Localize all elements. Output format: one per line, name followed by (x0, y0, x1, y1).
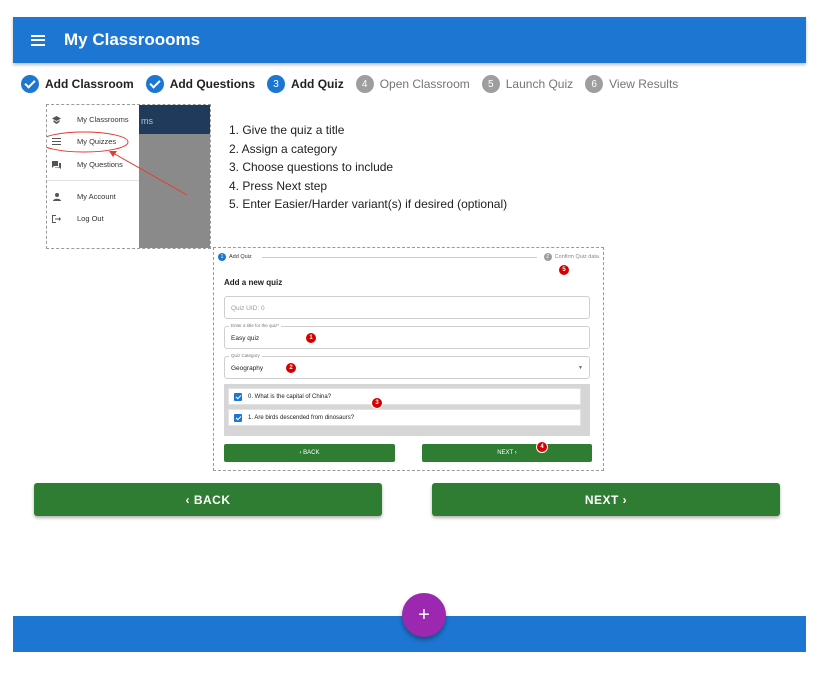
annotation-arrowhead (109, 151, 117, 157)
quiz-category-field: Quiz Category Geography ▼ (224, 353, 590, 379)
step-add-classroom[interactable]: Add Classroom (21, 75, 134, 93)
step-launch-quiz[interactable]: 5 Launch Quiz (481, 75, 574, 93)
question-text: 1. Are birds descended from dinosaurs? (248, 414, 355, 421)
annotation-badge: 3 (371, 397, 383, 409)
annotation-badge: 5 (558, 264, 570, 276)
menu-icon[interactable] (31, 34, 45, 46)
app-bar: My Classroooms (13, 17, 806, 63)
instruction-item: 3. Choose questions to include (229, 160, 394, 174)
check-icon (21, 75, 39, 93)
app-title: My Classroooms (64, 30, 201, 49)
quiz-uid-field: Quiz UID: 0 (224, 296, 590, 319)
quiz-next-button: NEXT › (422, 444, 592, 462)
step-number: 4 (355, 75, 374, 93)
instructions-list: 1. Give the quiz a title 2. Assign a cat… (229, 121, 507, 214)
nav-help-screenshot: ms My Classrooms My Quizzes My Questions (46, 104, 211, 249)
annotation-badge: 4 (536, 441, 548, 453)
question-text: 0. What is the capital of China? (248, 393, 332, 400)
step-add-questions[interactable]: Add Questions (145, 75, 256, 93)
check-icon (145, 75, 164, 93)
annotation-arrow-line (112, 152, 188, 196)
highlight-ellipse (47, 131, 129, 153)
quiz-category-label: Quiz Category (229, 353, 262, 358)
quiz-step-number: 1 (218, 253, 226, 261)
quiz-question-list: 0. What is the capital of China? 1. Are … (224, 384, 590, 436)
instruction-item: 4. Press Next step (229, 178, 328, 193)
quiz-step-number: 2 (543, 253, 552, 261)
progress-stepper: Add Classroom Add Questions 3 Add Quiz 4… (21, 74, 690, 94)
annotation-badge: 1 (305, 332, 317, 344)
quiz-title-field: Enter a title for the quiz* Easy quiz (224, 323, 590, 349)
quiz-back-button: ‹ BACK (224, 444, 395, 462)
dropdown-arrow-icon: ▼ (578, 365, 583, 371)
checkbox-checked-icon (234, 413, 242, 422)
instruction-item: 2. Assign a category (229, 141, 338, 156)
instruction-item: 5. Enter Easier/Harder variant(s) if des… (229, 197, 508, 211)
step-number: 5 (481, 75, 500, 93)
step-number: 6 (585, 75, 604, 93)
step-label: Add Quiz (291, 77, 344, 91)
quiz-form-heading: Add a new quiz (224, 278, 283, 287)
quiz-category-value: Geography (231, 365, 264, 372)
question-row: 1. Are birds descended from dinosaurs? (228, 409, 581, 426)
add-fab-button[interactable]: + (402, 593, 446, 637)
quiz-uid-placeholder: Quiz UID: 0 (231, 305, 265, 312)
annotation-badge: 2 (285, 362, 297, 374)
quiz-title-label: Enter a title for the quiz* (229, 323, 282, 328)
quiz-step-label: Confirm Quiz data (554, 254, 599, 260)
step-label: View Results (609, 77, 679, 91)
instruction-item: 1. Give the quiz a title (229, 123, 345, 137)
step-open-classroom[interactable]: 4 Open Classroom (355, 75, 470, 93)
step-view-results[interactable]: 6 View Results (585, 75, 678, 93)
back-button[interactable]: ‹ BACK (34, 483, 382, 516)
step-number: 3 (267, 75, 286, 93)
step-label: Open Classroom (379, 77, 470, 91)
quiz-stepper: 1 Add Quiz 2 Confirm Quiz data (218, 252, 599, 264)
question-row: 0. What is the capital of China? (228, 388, 581, 405)
quiz-step-label: Add Quiz (229, 254, 252, 260)
step-label: Add Questions (169, 77, 256, 91)
annotation-overlay (47, 131, 188, 196)
quiz-form-screenshot: 1 Add Quiz 2 Confirm Quiz data Add a new… (213, 247, 604, 471)
step-label: Launch Quiz (505, 77, 574, 91)
step-label: Add Classroom (45, 77, 134, 91)
quiz-title-value: Easy quiz (231, 335, 260, 342)
step-add-quiz[interactable]: 3 Add Quiz (267, 75, 344, 93)
next-button[interactable]: NEXT › (432, 483, 780, 516)
checkbox-checked-icon (234, 392, 242, 401)
